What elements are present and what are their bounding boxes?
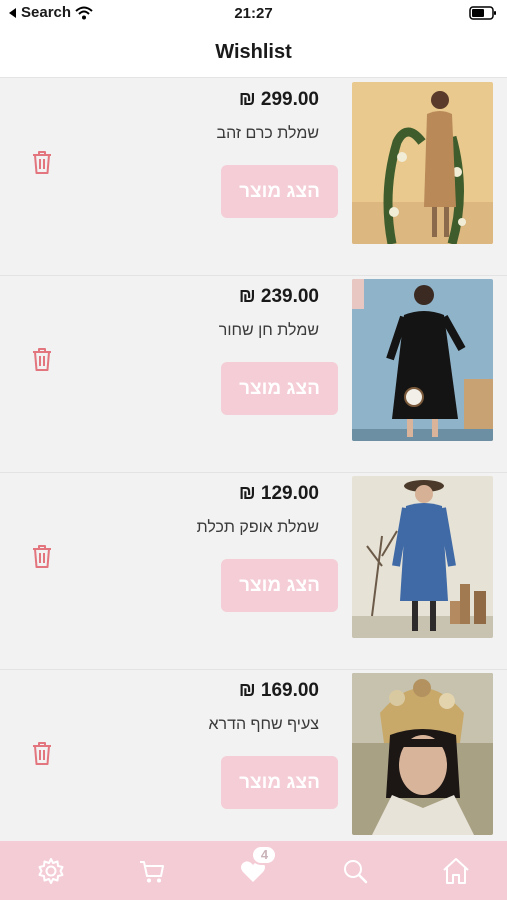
settings-icon bbox=[38, 857, 64, 884]
wishlist-list: ₪ 299.00 שמלת כרם זהב הצג מוצר ₪ 239.00 … bbox=[0, 79, 507, 841]
search-icon bbox=[343, 859, 368, 883]
product-price: ₪ 169.00 bbox=[238, 680, 319, 701]
product-image[interactable] bbox=[352, 82, 493, 244]
cart-icon bbox=[140, 860, 165, 882]
home-icon bbox=[443, 857, 469, 884]
product-name: שמלת אופק תכלת bbox=[196, 519, 319, 536]
product-price: ₪ 239.00 bbox=[238, 286, 319, 307]
status-bar: Search 21:27 bbox=[0, 0, 507, 30]
battery-icon bbox=[469, 6, 497, 24]
trash-icon[interactable] bbox=[30, 543, 54, 569]
product-price: ₪ 299.00 bbox=[238, 89, 319, 110]
product-name: צעיף שחף הדרא bbox=[208, 716, 319, 733]
product-image[interactable] bbox=[352, 476, 493, 638]
view-product-button[interactable]: הצג מוצר bbox=[221, 362, 338, 415]
product-name: שמלת חן שחור bbox=[218, 322, 319, 339]
product-name: שמלת כרם זהב bbox=[216, 125, 320, 142]
trash-icon[interactable] bbox=[30, 149, 54, 175]
wishlist-count-badge: 4 bbox=[251, 844, 278, 865]
tab-search[interactable] bbox=[335, 851, 375, 891]
tab-wishlist[interactable]: 4 bbox=[233, 844, 278, 891]
tab-cart[interactable] bbox=[132, 851, 172, 891]
tab-settings[interactable] bbox=[31, 851, 71, 891]
wishlist-item: ₪ 239.00 שמלת חן שחור הצג מוצר bbox=[0, 276, 507, 473]
page-title: Wishlist bbox=[0, 30, 507, 78]
product-image[interactable] bbox=[352, 279, 493, 441]
trash-icon[interactable] bbox=[30, 346, 54, 372]
wishlist-item: ₪ 169.00 צעיף שחף הדרא הצג מוצר bbox=[0, 670, 507, 841]
tab-bar: 4 bbox=[0, 841, 507, 900]
trash-icon[interactable] bbox=[30, 740, 54, 766]
wishlist-item: ₪ 129.00 שמלת אופק תכלת הצג מוצר bbox=[0, 473, 507, 670]
view-product-button[interactable]: הצג מוצר bbox=[221, 165, 338, 218]
product-price: ₪ 129.00 bbox=[238, 483, 319, 504]
product-image[interactable] bbox=[352, 673, 493, 835]
clock: 21:27 bbox=[234, 5, 273, 22]
view-product-button[interactable]: הצג מוצר bbox=[221, 559, 338, 612]
view-product-button[interactable]: הצג מוצר bbox=[221, 756, 338, 809]
wishlist-item: ₪ 299.00 שמלת כרם זהב הצג מוצר bbox=[0, 79, 507, 276]
tab-home[interactable] bbox=[436, 851, 476, 891]
